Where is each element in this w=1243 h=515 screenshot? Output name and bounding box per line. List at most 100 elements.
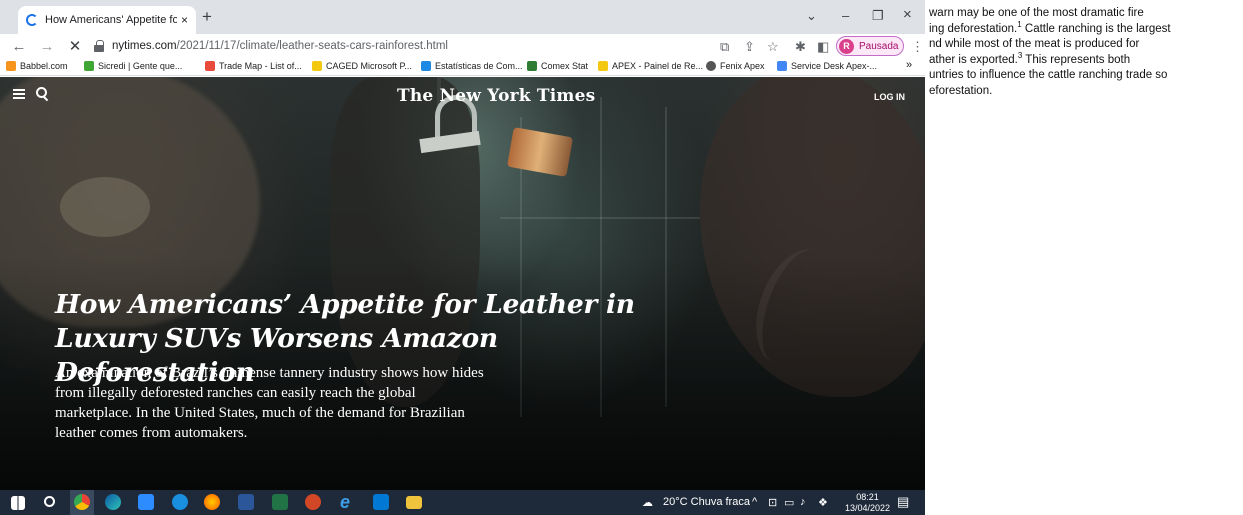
article-hero: The New York Times LOG IN How Americans’… bbox=[0, 77, 925, 490]
headline-line-1: How Americans’ Appetite for Leather in bbox=[55, 289, 635, 320]
bookmark-label: Estatísticas de Com... bbox=[435, 61, 523, 71]
bookmark-star-icon[interactable]: ☆ bbox=[767, 39, 779, 55]
doc-line: ather is exported.3 This represents both bbox=[929, 51, 1243, 69]
doc-line: nd while most of the meat is produced fo… bbox=[929, 38, 1140, 50]
article-summary: An examination of Brazil’s immense tanne… bbox=[55, 365, 484, 441]
bookmark-item[interactable]: Service Desk Apex-... bbox=[777, 61, 877, 71]
word-icon[interactable] bbox=[238, 494, 254, 510]
loading-spinner-icon bbox=[26, 14, 38, 26]
volume-icon[interactable]: ♪ bbox=[800, 496, 806, 508]
background-document-text: warn may be one of the most dramatic fir… bbox=[929, 6, 1243, 99]
clock-date: 13/04/2022 bbox=[845, 503, 891, 513]
close-window-button[interactable]: × bbox=[903, 6, 912, 23]
bookmark-icon bbox=[205, 61, 215, 71]
edge-icon[interactable] bbox=[105, 494, 121, 510]
bookmark-icon bbox=[527, 61, 537, 71]
bookmark-icon bbox=[421, 61, 431, 71]
notifications-icon[interactable]: ▤ bbox=[897, 494, 909, 510]
bookmark-item[interactable]: Comex Stat bbox=[527, 61, 588, 71]
bookmark-icon bbox=[6, 61, 16, 71]
bookmark-label: CAGED Microsoft P... bbox=[326, 61, 412, 71]
forward-button[interactable]: → bbox=[38, 38, 56, 55]
outlook-icon[interactable] bbox=[373, 494, 389, 510]
bookmark-label: Babbel.com bbox=[20, 61, 68, 71]
taskbar-search-icon[interactable] bbox=[44, 496, 55, 507]
bookmark-label: Sicredi | Gente que... bbox=[98, 61, 183, 71]
bookmark-icon bbox=[312, 61, 322, 71]
doc-text: Cattle ranching is the largest bbox=[1021, 22, 1171, 35]
bookmark-item[interactable]: Estatísticas de Com... bbox=[421, 61, 523, 71]
avatar: R bbox=[839, 38, 854, 54]
tab-article[interactable]: How Americans' Appetite for Lea × bbox=[18, 6, 196, 34]
windows-start-icon[interactable] bbox=[11, 496, 25, 510]
file-explorer-icon[interactable] bbox=[406, 496, 422, 509]
menu-icon[interactable] bbox=[13, 89, 25, 99]
tab-search-icon[interactable]: ⌄ bbox=[806, 8, 817, 24]
chrome-icon[interactable] bbox=[74, 494, 90, 510]
profile-button[interactable]: R Pausada bbox=[836, 36, 904, 56]
zoom-icon[interactable] bbox=[138, 494, 154, 510]
toolbar: ← → ✕ nytimes.com/2021/11/17/climate/lea… bbox=[0, 34, 925, 58]
display-icon[interactable]: ▭ bbox=[784, 496, 794, 509]
clock-time: 08:21 bbox=[856, 492, 879, 502]
side-panel-icon[interactable]: ◧ bbox=[817, 39, 829, 55]
bookmark-item[interactable]: Fenix Apex bbox=[706, 61, 765, 71]
wall-panel-line bbox=[500, 217, 700, 219]
bookmark-item[interactable]: Sicredi | Gente que... bbox=[84, 61, 182, 71]
system-clock[interactable]: 08:21 13/04/2022 bbox=[845, 492, 890, 514]
bookmark-item[interactable]: CAGED Microsoft P... bbox=[312, 61, 412, 71]
bookmark-label: Fenix Apex bbox=[720, 61, 765, 71]
doc-text: ing deforestation. bbox=[929, 22, 1018, 35]
firefox-icon[interactable] bbox=[204, 494, 220, 510]
tab-title: How Americans' Appetite for Lea bbox=[45, 14, 177, 26]
bookmark-icon bbox=[706, 61, 716, 71]
hide-highlight bbox=[60, 177, 150, 237]
bookmark-item[interactable]: Trade Map - List of... bbox=[205, 61, 302, 71]
tab-bar: How Americans' Appetite for Lea × + ⌄ – … bbox=[0, 0, 925, 34]
lock-icon[interactable] bbox=[94, 40, 104, 52]
share-icon[interactable]: ⇪ bbox=[744, 39, 755, 55]
doc-text: This represents both bbox=[1022, 53, 1131, 66]
browser-window: How Americans' Appetite for Lea × + ⌄ – … bbox=[0, 0, 925, 490]
profile-label: Pausada bbox=[859, 40, 899, 52]
nyt-logo[interactable]: The New York Times bbox=[397, 86, 595, 106]
bookmark-item[interactable]: Babbel.com bbox=[6, 61, 68, 71]
weather-icon[interactable]: ☁ bbox=[642, 496, 653, 509]
bookmark-label: Service Desk Apex-... bbox=[791, 61, 878, 71]
search-icon[interactable] bbox=[36, 87, 47, 98]
login-button[interactable]: LOG IN bbox=[874, 92, 905, 102]
minimize-button[interactable]: – bbox=[842, 8, 849, 23]
url-domain: nytimes.com bbox=[112, 40, 177, 52]
translate-icon[interactable]: ⧉ bbox=[720, 39, 729, 55]
doc-line: warn may be one of the most dramatic fir… bbox=[929, 7, 1144, 19]
weather-text[interactable]: 20°C Chuva fraca bbox=[663, 496, 750, 508]
internet-explorer-icon[interactable]: e bbox=[340, 493, 356, 511]
tray-expand-icon[interactable]: ^ bbox=[752, 496, 757, 508]
dropbox-icon[interactable]: ❖ bbox=[818, 496, 828, 509]
bookmark-label: Trade Map - List of... bbox=[219, 61, 302, 71]
excel-icon[interactable] bbox=[272, 494, 288, 510]
new-tab-button[interactable]: + bbox=[202, 8, 212, 25]
stop-button[interactable]: ✕ bbox=[66, 37, 84, 55]
screen: How Americans' Appetite for Lea × + ⌄ – … bbox=[0, 0, 1243, 515]
powerpoint-icon[interactable] bbox=[305, 494, 321, 510]
doc-text: ather is exported. bbox=[929, 53, 1018, 66]
more-menu-icon[interactable]: ⋮ bbox=[911, 39, 924, 55]
tab-close-icon[interactable]: × bbox=[181, 13, 188, 27]
network-icon[interactable]: ⊡ bbox=[768, 496, 777, 509]
doc-line: untries to influence the cattle ranching… bbox=[929, 69, 1168, 81]
doc-line: ing deforestation.1 Cattle ranching is t… bbox=[929, 20, 1243, 38]
url-path: /2021/11/17/climate/leather-seats-cars-r… bbox=[176, 40, 448, 52]
back-button[interactable]: ← bbox=[10, 38, 28, 55]
bookmarks-overflow-button[interactable]: » bbox=[906, 59, 912, 71]
nyt-header: The New York Times LOG IN bbox=[0, 77, 925, 113]
bookmark-item[interactable]: APEX - Painel de Re... bbox=[598, 61, 703, 71]
bookmark-icon bbox=[777, 61, 787, 71]
taskbar: e ☁ 20°C Chuva fraca ^ ⊡ ▭ ♪ ❖ 08:21 13/… bbox=[0, 490, 925, 515]
address-bar[interactable]: nytimes.com/2021/11/17/climate/leather-s… bbox=[90, 35, 702, 57]
skype-icon[interactable] bbox=[172, 494, 188, 510]
machine-body bbox=[506, 127, 574, 177]
extensions-icon[interactable]: ✱ bbox=[795, 39, 806, 55]
bookmark-icon bbox=[598, 61, 608, 71]
restore-button[interactable]: ❐ bbox=[872, 8, 884, 24]
